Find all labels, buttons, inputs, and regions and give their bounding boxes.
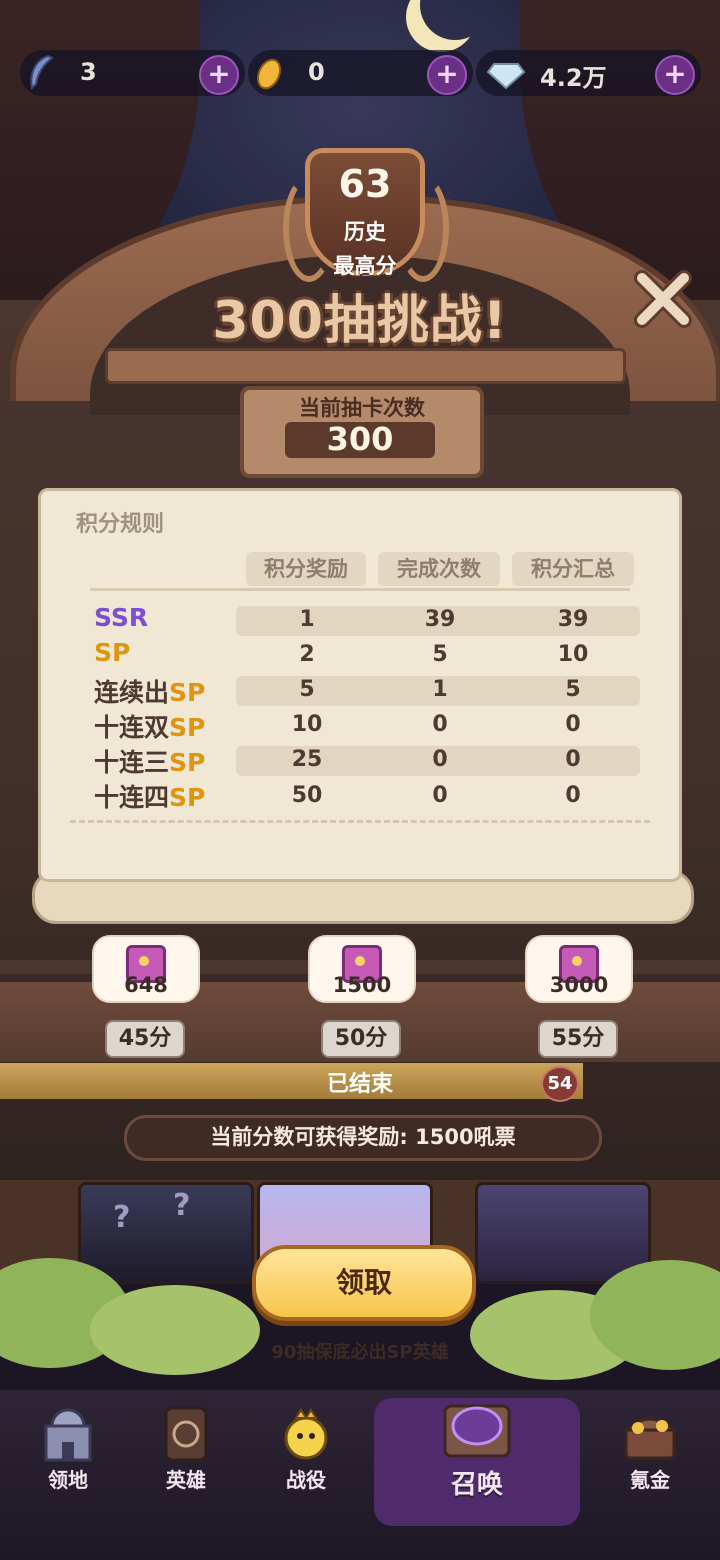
summon-pool-mystery[interactable] xyxy=(78,1182,254,1284)
cell-points: 1 xyxy=(299,607,315,632)
feather-count: 3 xyxy=(80,58,97,86)
header-points: 积分奖励 xyxy=(246,552,366,586)
event-status: 已结束 xyxy=(326,1072,393,1097)
cell-total: 39 xyxy=(557,607,589,632)
castle-icon xyxy=(44,1408,92,1462)
question-mark-icon: ? xyxy=(113,1200,131,1235)
row-label-prefix: 十连四 xyxy=(94,783,170,812)
nav-label: 召唤 xyxy=(450,1470,503,1500)
nav-shop[interactable]: 氪金 xyxy=(590,1404,710,1504)
ssr-tag: SSR xyxy=(94,603,149,632)
rules-title: 积分规则 xyxy=(76,512,165,537)
feather-icon xyxy=(30,54,54,91)
meteor-icon xyxy=(256,58,282,90)
nav-label: 战役 xyxy=(286,1468,326,1492)
currency-meteor: 0 + xyxy=(248,50,473,96)
milestone-reward-value: 648 xyxy=(124,973,168,997)
table-divider xyxy=(90,588,630,591)
row-label-prefix: 连续出 xyxy=(94,678,170,707)
header-count: 完成次数 xyxy=(378,552,500,586)
nav-label: 英雄 xyxy=(166,1468,206,1492)
draw-count-value: 300 xyxy=(326,420,394,458)
milestone-reward-3[interactable]: 3000 xyxy=(525,935,633,1003)
chick-warrior-icon xyxy=(284,1408,328,1460)
sp-tag: SP xyxy=(169,748,206,777)
paper-decoration xyxy=(70,820,650,853)
draw-count-label: 当前抽卡次数 xyxy=(299,396,425,420)
best-score-label: 历史 xyxy=(344,220,386,244)
cell-total: 0 xyxy=(565,747,581,772)
sp-tag: SP xyxy=(169,783,206,812)
sp-tag: SP xyxy=(169,713,206,742)
row-label-quad-sp: 十连四SP xyxy=(94,778,205,814)
cell-count: 0 xyxy=(432,747,448,772)
cell-points: 5 xyxy=(299,677,315,702)
cell-total: 0 xyxy=(565,712,581,737)
nav-territory[interactable]: 领地 xyxy=(8,1404,128,1504)
add-meteor-button[interactable]: + xyxy=(427,55,467,95)
summon-circle-icon xyxy=(443,1404,511,1458)
close-icon[interactable] xyxy=(632,268,694,330)
row-label-prefix: 十连三 xyxy=(94,748,170,777)
nav-label: 氪金 xyxy=(630,1468,670,1492)
milestone-points: 50分 xyxy=(321,1020,401,1058)
best-score-value: 63 xyxy=(338,162,392,206)
row-label-triple-sp: 十连三SP xyxy=(94,743,205,779)
row-label-sp: SP xyxy=(94,638,130,667)
cell-points: 10 xyxy=(291,712,323,737)
row-label-double-sp: 十连双SP xyxy=(94,708,205,744)
treasure-chest-icon xyxy=(622,1417,678,1460)
sp-tag: SP xyxy=(94,638,131,667)
cell-count: 0 xyxy=(432,712,448,737)
challenge-title: 300抽挑战! xyxy=(212,291,508,351)
title-shelf xyxy=(105,348,626,384)
currency-diamond: 4.2万 + xyxy=(476,50,701,96)
diamond-count: 4.2万 xyxy=(540,64,607,92)
nav-campaign[interactable]: 战役 xyxy=(246,1404,366,1504)
sp-tag: SP xyxy=(169,678,206,707)
add-feather-button[interactable]: + xyxy=(199,55,239,95)
milestone-reward-value: 3000 xyxy=(549,973,609,997)
best-score-label-2: 最高分 xyxy=(333,254,397,278)
cell-points: 25 xyxy=(291,747,323,772)
milestone-reward-2[interactable]: 1500 xyxy=(308,935,416,1003)
row-label-ssr: SSR xyxy=(94,603,148,632)
diamond-icon xyxy=(486,63,526,90)
nav-label: 领地 xyxy=(48,1468,88,1492)
milestone-reward-1[interactable]: 648 xyxy=(92,935,200,1003)
row-label-consecutive-sp: 连续出SP xyxy=(94,673,205,709)
milestone-reward-value: 1500 xyxy=(332,973,392,997)
currency-feather: 3 + xyxy=(20,50,245,96)
meteor-count: 0 xyxy=(308,58,325,86)
pity-guarantee-text: 90抽保底必出SP英雄 xyxy=(271,1342,449,1363)
cell-total: 5 xyxy=(565,677,581,702)
current-score-marker: 54 xyxy=(541,1066,579,1102)
cell-points: 2 xyxy=(299,642,315,667)
milestone-points: 55分 xyxy=(538,1020,618,1058)
row-label-prefix: 十连双 xyxy=(94,713,170,742)
question-mark-icon: ? xyxy=(173,1188,191,1223)
add-diamond-button[interactable]: + xyxy=(655,55,695,95)
cell-count: 5 xyxy=(432,642,448,667)
nav-heroes[interactable]: 英雄 xyxy=(126,1404,246,1504)
cell-count: 39 xyxy=(424,607,456,632)
header-total: 积分汇总 xyxy=(512,552,634,586)
milestone-points: 45分 xyxy=(105,1020,185,1058)
cell-count: 1 xyxy=(432,677,448,702)
cell-points: 50 xyxy=(291,783,323,808)
cell-total: 0 xyxy=(565,783,581,808)
cell-count: 0 xyxy=(432,783,448,808)
cell-total: 10 xyxy=(557,642,589,667)
current-reward-text: 当前分数可获得奖励: 1500吼票 xyxy=(210,1125,516,1149)
spellbook-icon xyxy=(164,1406,208,1462)
claim-button[interactable]: 领取 xyxy=(252,1245,476,1321)
nav-summon[interactable]: 召唤 xyxy=(417,1396,537,1500)
